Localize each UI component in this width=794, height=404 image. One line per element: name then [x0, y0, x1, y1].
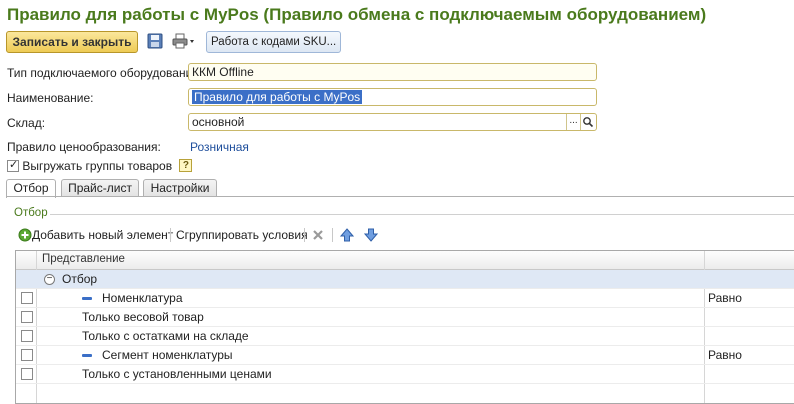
- delete-icon[interactable]: [312, 226, 324, 244]
- row-checkbox[interactable]: [21, 368, 33, 380]
- pricing-rule-link[interactable]: Розничная: [190, 140, 249, 154]
- command-separator: [304, 228, 305, 242]
- row-label: Номенклатура: [102, 291, 183, 305]
- print-icon[interactable]: [172, 33, 196, 51]
- warehouse-value: основной: [192, 115, 245, 129]
- grid-header: Представление: [16, 251, 794, 270]
- field-icon: [82, 297, 92, 300]
- row-checkbox[interactable]: [21, 311, 33, 323]
- row-label: Сегмент номенклатуры: [102, 348, 233, 362]
- search-icon[interactable]: [580, 114, 594, 130]
- pricing-rule-label: Правило ценообразования:: [7, 140, 161, 154]
- name-value: Правило для работы с MyPos: [192, 90, 363, 104]
- row-checkbox[interactable]: [21, 292, 33, 304]
- table-row[interactable]: Сегмент номенклатуры Равно: [16, 346, 794, 365]
- collapse-icon[interactable]: −: [44, 274, 55, 285]
- group-divider: [50, 214, 794, 215]
- table-row[interactable]: Только с установленными ценами: [16, 365, 794, 384]
- tab-settings[interactable]: Настройки: [143, 179, 217, 197]
- add-icon: [18, 228, 32, 242]
- field-icon: [82, 354, 92, 357]
- sku-codes-button[interactable]: Работа с кодами SKU...: [206, 31, 342, 53]
- tab-divider: [6, 196, 794, 197]
- export-groups-checkbox[interactable]: [7, 158, 19, 172]
- row-label: Только с остатками на складе: [82, 329, 249, 343]
- warehouse-select-button[interactable]: ...: [566, 114, 580, 130]
- equipment-type-label: Тип подключаемого оборудования:: [7, 66, 203, 80]
- save-and-close-button[interactable]: Записать и закрыть: [6, 31, 138, 53]
- add-element-button[interactable]: Добавить новый элемент: [18, 226, 173, 244]
- row-checkbox[interactable]: [21, 349, 33, 361]
- row-checkbox[interactable]: [21, 330, 33, 342]
- equipment-type-field[interactable]: ККМ Offline: [188, 63, 597, 81]
- export-groups-row: Выгружать группы товаров ?: [7, 158, 193, 173]
- row-label: Только весовой товар: [82, 310, 204, 324]
- filter-command-bar: Добавить новый элемент Сгруппировать усл…: [18, 226, 788, 244]
- row-condition: Равно: [708, 291, 742, 305]
- form-toolbar: Записать и закрыть Работа с кодами SKU..…: [6, 31, 794, 55]
- row-label: Только с установленными ценами: [82, 367, 272, 381]
- root-row-label: Отбор: [62, 272, 98, 286]
- table-row[interactable]: Только весовой товар: [16, 308, 794, 327]
- warehouse-field[interactable]: основной ...: [188, 113, 597, 131]
- row-condition: Равно: [708, 348, 742, 362]
- name-label: Наименование:: [7, 91, 94, 105]
- filter-grid[interactable]: Представление − Отбор Номенклатура Равно…: [15, 250, 794, 404]
- command-separator: [332, 228, 333, 242]
- filter-group-title: Отбор: [14, 207, 48, 219]
- save-icon[interactable]: [147, 33, 165, 51]
- group-conditions-button[interactable]: Сгруппировать условия: [176, 226, 308, 244]
- export-groups-label: Выгружать группы товаров: [22, 158, 173, 173]
- add-element-label: Добавить новый элемент: [32, 228, 174, 242]
- column-header-presentation[interactable]: Представление: [42, 253, 125, 265]
- table-row[interactable]: Только с остатками на складе: [16, 327, 794, 346]
- tab-price-list[interactable]: Прайс-лист: [61, 179, 139, 197]
- name-field[interactable]: Правило для работы с MyPos: [188, 88, 597, 106]
- move-down-icon[interactable]: [363, 226, 379, 244]
- grid-root-row[interactable]: − Отбор: [16, 270, 794, 289]
- help-icon[interactable]: ?: [179, 159, 193, 173]
- command-separator: [170, 228, 171, 242]
- warehouse-label: Склад:: [7, 116, 46, 130]
- window-title: Правило для работы с MyPos (Правило обме…: [7, 5, 707, 24]
- table-row[interactable]: Номенклатура Равно: [16, 289, 794, 308]
- move-up-icon[interactable]: [339, 226, 355, 244]
